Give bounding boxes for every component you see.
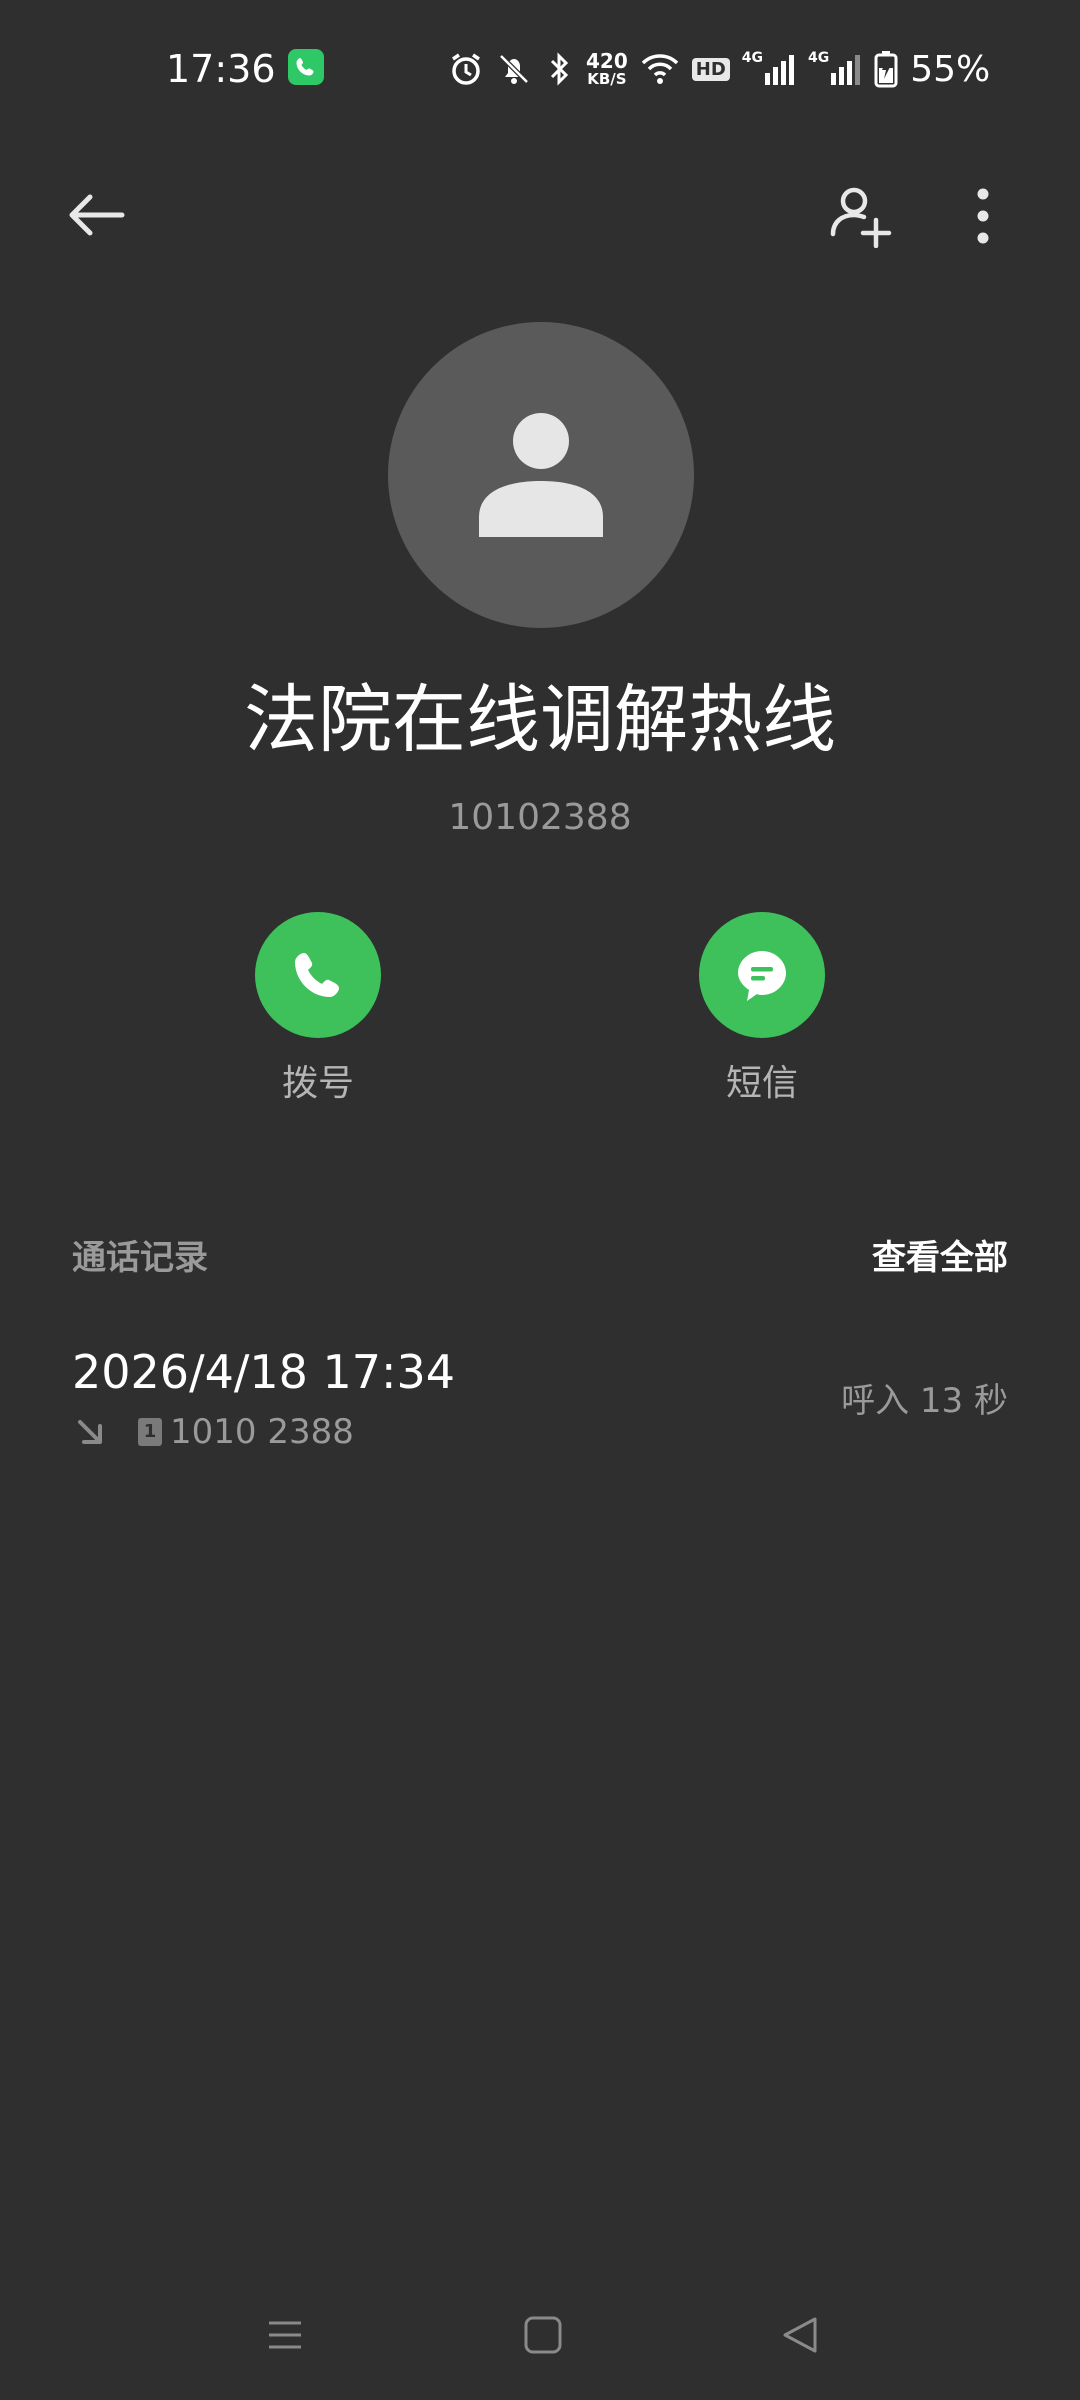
contact-avatar [388, 322, 694, 628]
more-options-button[interactable] [950, 176, 1016, 256]
bell-muted-icon [496, 51, 532, 87]
view-all-button[interactable]: 查看全部 [872, 1234, 1008, 1282]
wifi-icon [640, 51, 680, 87]
phone-icon [295, 953, 339, 997]
contact-name: 法院在线调解热线 [244, 677, 836, 763]
triangle-back-icon [783, 2317, 817, 2353]
battery-charging-icon [874, 50, 898, 88]
nav-home-button[interactable] [508, 2300, 578, 2370]
bluetooth-icon [544, 51, 574, 87]
battery-percent: 55% [910, 48, 991, 90]
alarm-icon [448, 51, 484, 87]
call-log-entry[interactable]: 2026/4/18 17:34 1 1010 2388 呼入 13 秒 [50, 1326, 1030, 1476]
network-speed: 420 KB/S [586, 49, 628, 88]
menu-icon [269, 2321, 301, 2349]
sms-button[interactable] [699, 912, 825, 1038]
nav-back-button[interactable] [766, 2300, 836, 2370]
sim-badge: 1 [138, 1418, 162, 1446]
person-add-icon [830, 187, 892, 248]
sms-label: 短信 [725, 1063, 798, 1104]
sms-action[interactable]: 短信 [662, 912, 862, 1108]
message-icon [738, 951, 786, 1001]
hd-voice-badge: HD [691, 57, 730, 81]
status-icons: 420 KB/S HD 4G 4G 55% [448, 44, 990, 94]
person-icon [479, 413, 603, 537]
contact-number: 10102388 [448, 797, 632, 838]
call-log-number: 1010 2388 [170, 1412, 354, 1452]
add-contact-button[interactable] [820, 176, 900, 256]
call-action[interactable]: 拨号 [218, 912, 418, 1108]
call-label: 拨号 [281, 1063, 354, 1104]
call-type-duration: 呼入 13 秒 [841, 1381, 1008, 1421]
more-vertical-icon [977, 188, 989, 244]
status-time: 17:36 [166, 47, 276, 91]
nav-recents-button[interactable] [250, 2300, 320, 2370]
arrow-down-right-icon [78, 1420, 102, 1444]
call-datetime: 2026/4/18 17:34 [72, 1345, 456, 1399]
call-log-title: 通话记录 [72, 1238, 208, 1278]
signal-icon-1: 4G [742, 50, 796, 88]
call-button[interactable] [255, 912, 381, 1038]
phone-app-notification-icon [288, 49, 324, 85]
back-button[interactable] [56, 180, 136, 250]
call-details: 1 1010 2388 [72, 1410, 354, 1454]
home-square-icon [524, 2316, 562, 2354]
signal-icon-2: 4G [808, 50, 862, 88]
arrow-left-icon [69, 194, 125, 236]
